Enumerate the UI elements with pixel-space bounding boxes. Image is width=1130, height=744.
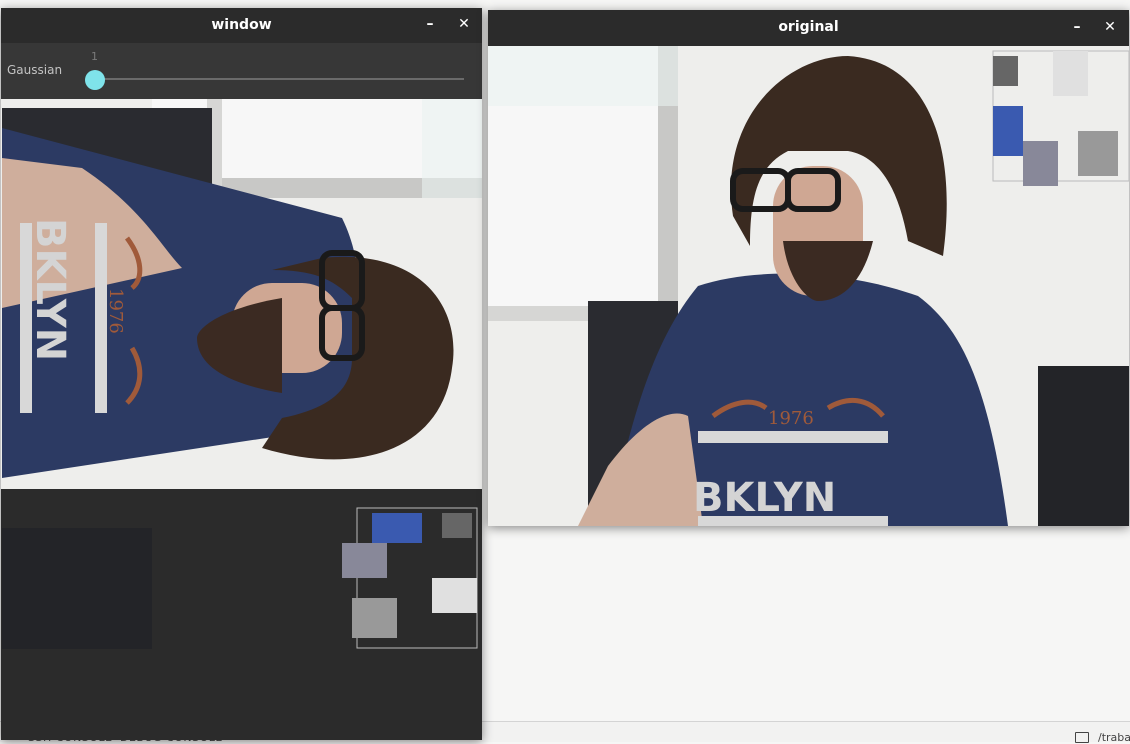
video-frame-original: BKLYN 1976 [488, 46, 1129, 526]
shirt-brand: BKLYN [27, 218, 73, 361]
minimize-button[interactable]: – [422, 16, 438, 32]
titlebar[interactable]: window – ✕ [1, 8, 482, 43]
video-frame-rotated: BKLYN 1976 [1, 99, 482, 740]
shirt-year: 1976 [105, 288, 126, 334]
minimize-button[interactable]: – [1069, 19, 1085, 35]
trackbar-label: Gaussian [7, 63, 63, 77]
trackbar-panel: Gaussian 1 [1, 43, 482, 99]
slider-thumb[interactable] [85, 70, 105, 90]
close-button[interactable]: ✕ [1102, 19, 1118, 35]
window-title: original [778, 19, 839, 35]
trackbar-value: 1 [91, 50, 98, 63]
window-original: original – ✕ BKLYN 1976 [488, 10, 1129, 526]
shirt-brand: BKLYN [693, 475, 836, 521]
slider-track[interactable] [96, 78, 464, 80]
window-gaussian: window – ✕ Gaussian 1 BKLYN 1976 [1, 8, 482, 740]
shirt-year: 1976 [768, 408, 814, 429]
close-button[interactable]: ✕ [456, 16, 472, 32]
terminal-icon[interactable] [1075, 732, 1089, 743]
window-title: window [211, 17, 272, 33]
titlebar[interactable]: original – ✕ [488, 10, 1129, 46]
terminal-path: /traba [1098, 731, 1130, 744]
